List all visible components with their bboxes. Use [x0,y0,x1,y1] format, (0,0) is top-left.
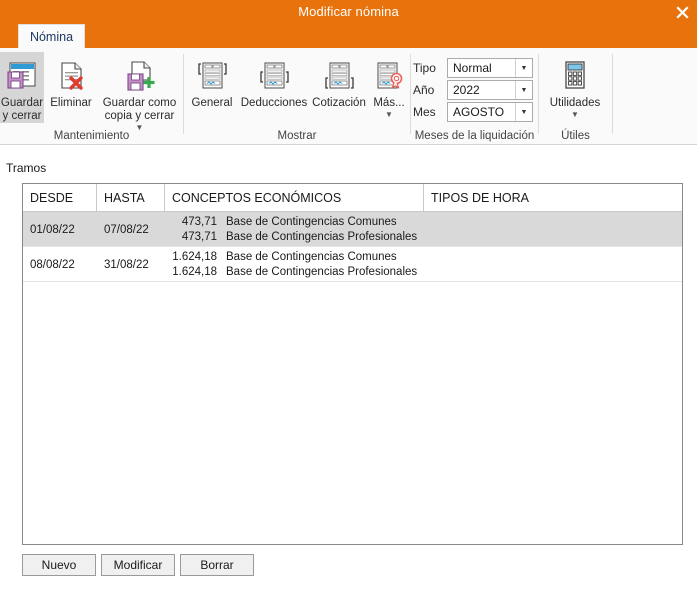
button-guardar-y-cerrar-label: Guardar y cerrar [0,97,44,122]
modificar-nomina-window: Modificar nómina Nómina Guardar y cerrar… [0,0,697,605]
section-label-tramos: Tramos [6,161,47,175]
field-tipo-label: Tipo [413,61,436,75]
button-eliminar[interactable]: Eliminar [46,52,96,110]
chevron-down-icon[interactable]: ▼ [515,81,532,99]
button-general-label: General [191,97,233,109]
ribbon-group-meses-liquidacion-label: Meses de la liquidación [414,130,535,142]
button-cotizacion[interactable]: Cotización [310,52,368,110]
column-header-hasta[interactable]: HASTA [97,184,164,211]
button-guardar-y-cerrar[interactable]: Guardar y cerrar [0,52,44,123]
select-tipo-value: Normal [453,61,492,75]
ribbon-group-mostrar: General Deducciones Cotización Más... ▼ … [184,48,410,145]
button-deducciones[interactable]: Deducciones [240,52,308,110]
select-anio[interactable]: 2022 ▼ [447,80,533,100]
button-cotizacion-label: Cotización [312,97,366,109]
tab-nomina-label: Nómina [29,29,74,44]
ribbon-tab-strip: Nómina [0,24,697,48]
cell-tipos-hora [424,212,682,247]
ribbon-group-mostrar-label: Mostrar [277,130,317,142]
chevron-down-icon[interactable]: ▼ [515,103,532,121]
table-row[interactable]: 08/08/22 31/08/22 1.624,18 Base de Conti… [23,247,682,282]
document-award-icon [372,56,406,96]
calculator-icon [558,56,592,96]
ribbon-group-meses-liquidacion: Tipo Normal ▼ Año 2022 ▼ Mes AGOSTO ▼ Me… [411,48,538,145]
close-icon[interactable] [667,0,697,24]
chevron-down-icon[interactable]: ▼ [385,111,393,119]
chevron-down-icon[interactable]: ▼ [571,111,579,119]
document-deductions-icon [257,56,291,96]
button-guardar-como-copia-y-cerrar-label: Guardar como copia y cerrar [102,97,177,122]
footer-button-row: Nuevo Modificar Borrar [22,554,254,576]
save-table-icon [5,56,39,96]
document-contribution-icon [322,56,356,96]
cell-hasta: 31/08/22 [104,258,149,271]
concept-description: Base de Contingencias Comunes [226,215,397,228]
save-copy-icon [123,56,157,96]
concept-description: Base de Contingencias Comunes [226,250,397,263]
ribbon-group-utiles-label: Útiles [561,130,590,142]
select-mes-value: AGOSTO [453,105,505,119]
cell-desde: 01/08/22 [30,223,75,236]
button-mas[interactable]: Más... ▼ [370,52,408,119]
cell-conceptos: 1.624,18 Base de Contingencias Comunes 1… [165,247,423,282]
cell-conceptos: 473,71 Base de Contingencias Comunes 473… [165,212,423,247]
tab-nomina[interactable]: Nómina [18,24,85,48]
button-eliminar-label: Eliminar [50,97,92,109]
borrar-button[interactable]: Borrar [180,554,254,576]
concept-amount: 473,71 [181,215,217,228]
select-tipo[interactable]: Normal ▼ [447,58,533,78]
document-general-icon [195,56,229,96]
concept-amount: 1.624,18 [172,250,217,263]
nuevo-button[interactable]: Nuevo [22,554,96,576]
field-mes: Mes AGOSTO ▼ [413,102,533,122]
column-header-tipos-de-hora[interactable]: TIPOS DE HORA [424,184,682,211]
cell-hasta: 07/08/22 [104,223,149,236]
ribbon-group-mantenimiento-label: Mantenimiento [53,130,130,142]
ribbon-group-utiles: Utilidades ▼ Útiles [539,48,612,145]
table-row[interactable]: 01/08/22 07/08/22 473,71 Base de Conting… [23,212,682,247]
select-anio-value: 2022 [453,83,480,97]
concept-amount: 473,71 [181,230,217,243]
ribbon: Guardar y cerrar Eliminar Guardar como c… [0,48,697,145]
field-anio-label: Año [413,83,435,97]
chevron-down-icon[interactable]: ▼ [515,59,532,77]
group-separator [612,54,613,134]
field-tipo: Tipo Normal ▼ [413,58,533,78]
ribbon-group-mantenimiento: Guardar y cerrar Eliminar Guardar como c… [0,48,183,145]
field-mes-label: Mes [413,105,436,119]
modificar-button[interactable]: Modificar [101,554,175,576]
cell-desde: 08/08/22 [30,258,75,271]
window-title: Modificar nómina [298,4,399,19]
button-utilidades-label: Utilidades [549,97,601,109]
table-header-row: DESDE HASTA CONCEPTOS ECONÓMICOS TIPOS D… [23,184,682,212]
concept-amount: 1.624,18 [172,265,217,278]
select-mes[interactable]: AGOSTO ▼ [447,102,533,122]
document-delete-icon [54,56,88,96]
tramos-table: DESDE HASTA CONCEPTOS ECONÓMICOS TIPOS D… [22,183,683,545]
button-deducciones-label: Deducciones [240,97,308,109]
button-mas-label: Más... [373,97,405,109]
column-header-conceptos-economicos[interactable]: CONCEPTOS ECONÓMICOS [165,184,423,211]
concept-description: Base de Contingencias Profesionales [226,265,418,278]
cell-tipos-hora [424,247,682,282]
title-bar: Modificar nómina [0,0,697,24]
concept-description: Base de Contingencias Profesionales [226,230,418,243]
field-anio: Año 2022 ▼ [413,80,533,100]
button-utilidades[interactable]: Utilidades ▼ [543,52,607,119]
column-header-desde[interactable]: DESDE [23,184,96,211]
button-general[interactable]: General [186,52,238,110]
button-guardar-como-copia-y-cerrar[interactable]: Guardar como copia y cerrar ▼ [98,52,181,132]
